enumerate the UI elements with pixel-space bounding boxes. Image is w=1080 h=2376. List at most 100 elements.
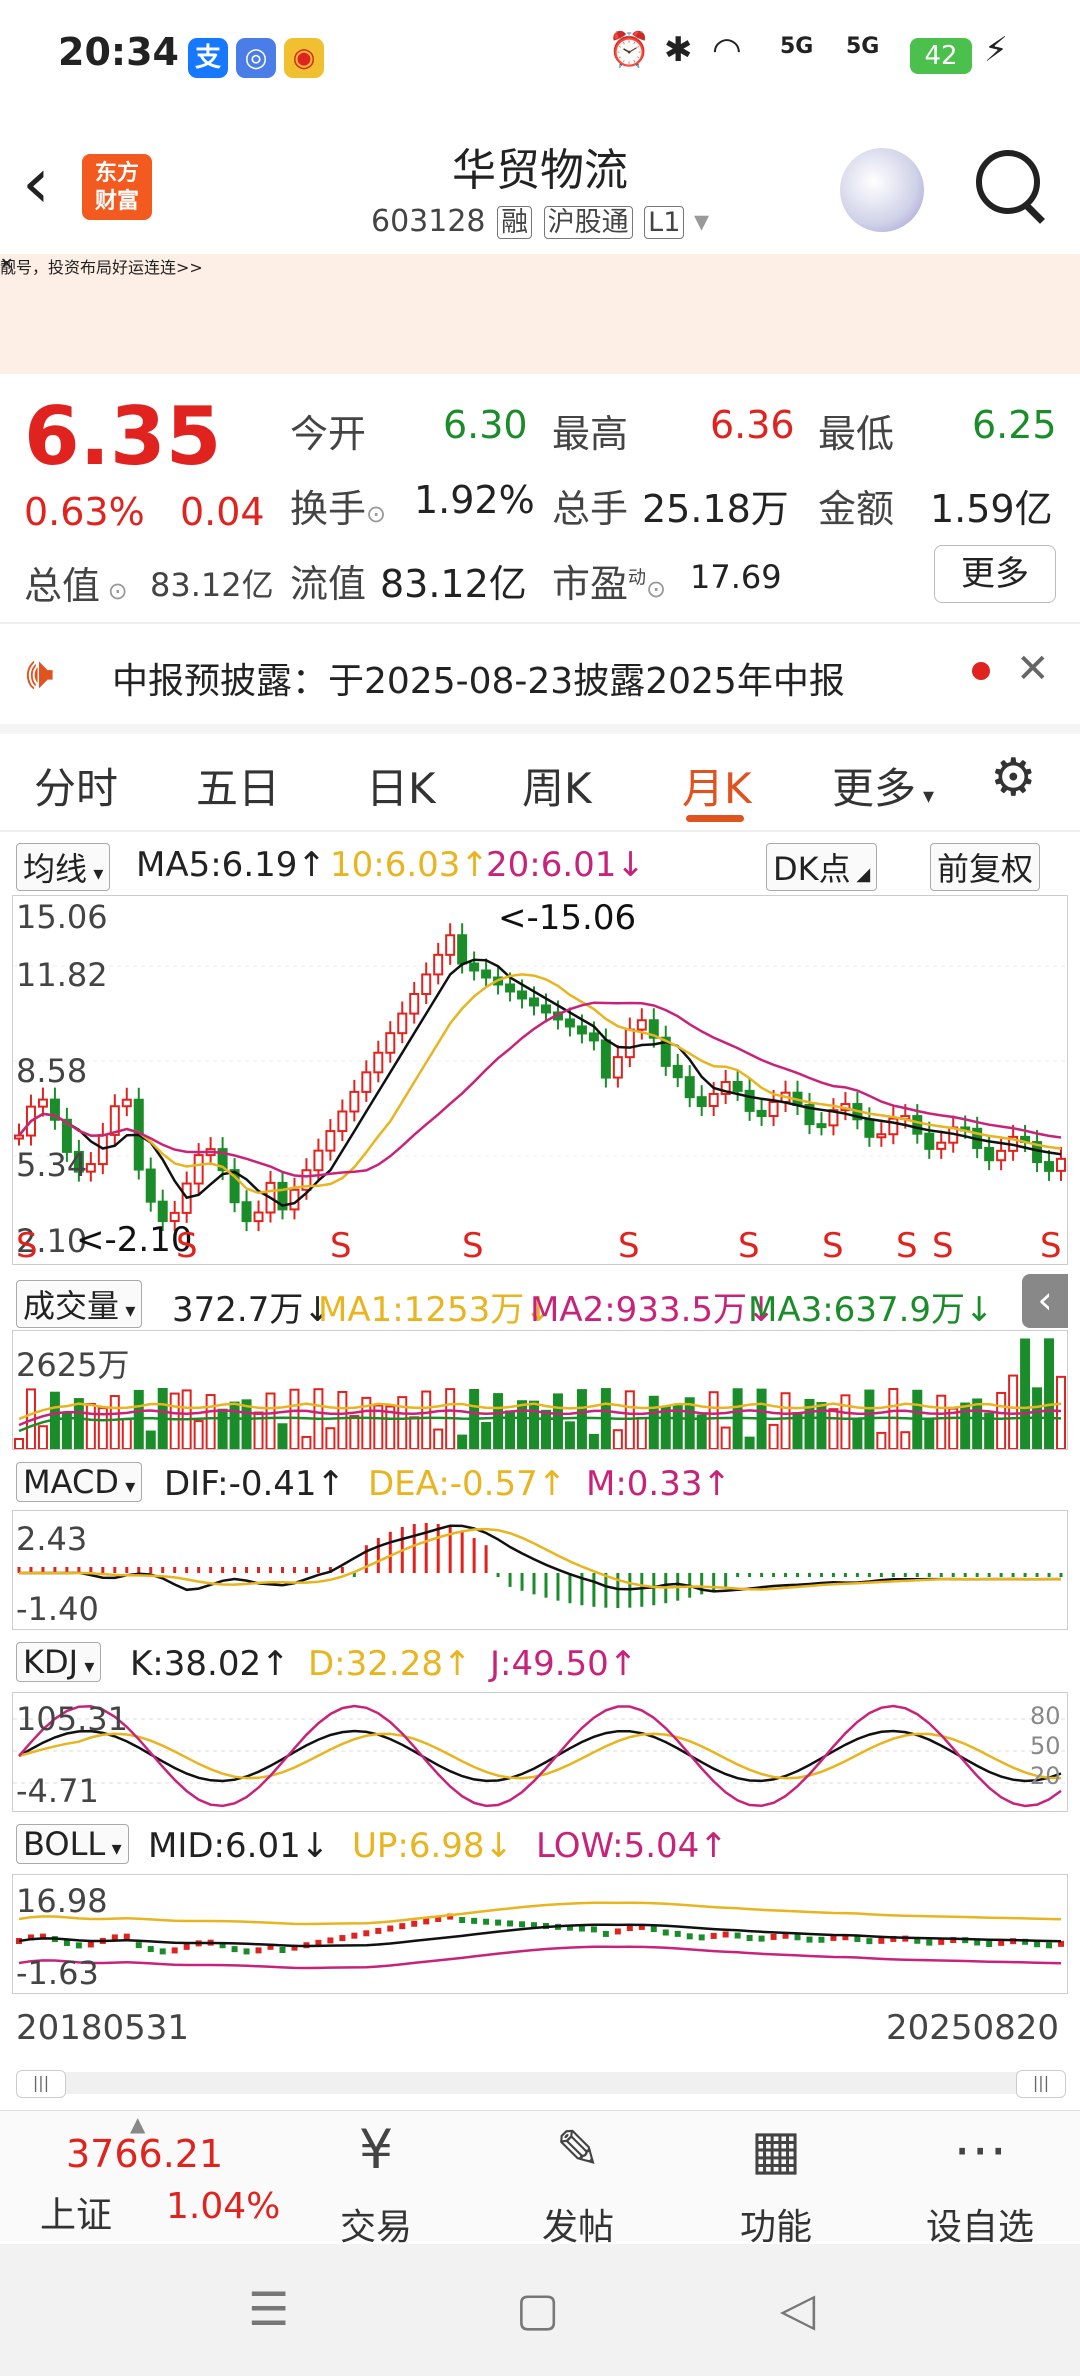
boll-axis-top: 16.98 <box>16 1882 108 1920</box>
signal-s: S <box>618 1226 640 1266</box>
more-button[interactable]: 更多 <box>934 545 1056 603</box>
macd-bars <box>17 1523 1063 1608</box>
stock-code: 603128 <box>370 204 486 239</box>
pe-label[interactable]: 市盈动⊙ <box>552 553 666 608</box>
mcap-label[interactable]: 总值 ⊙ <box>24 555 128 610</box>
collapse-panel-icon[interactable]: ‹ <box>1022 1274 1068 1328</box>
ma10-value: 10:6.03↑ <box>330 845 489 885</box>
kdj-ref-20: 20 <box>1030 1762 1061 1790</box>
macd-dropdown[interactable]: MACD ▾ <box>16 1462 143 1502</box>
axis-label-3: 8.58 <box>16 1052 88 1090</box>
back-nav-icon[interactable]: ◁ <box>780 2282 815 2336</box>
ma20-line <box>18 1001 1062 1178</box>
float-label: 流值 <box>290 562 367 606</box>
current-price: 6.35 <box>24 390 222 483</box>
alarm-icon: ⏰ <box>608 30 651 70</box>
ma5-value: MA5:6.19↑ <box>136 845 326 885</box>
function-button[interactable]: 功能 <box>706 2198 846 2250</box>
dk-point-button[interactable]: DK点 ◢ <box>766 843 878 891</box>
volume-label: 总手 <box>552 487 629 531</box>
alipay-icon: 支 <box>188 38 228 78</box>
mcap-value: 83.12亿 <box>150 566 274 604</box>
tab-fenshi[interactable]: 分时 <box>34 755 118 816</box>
boll-chart[interactable] <box>12 1874 1068 1994</box>
tag-hgt: 沪股通 <box>543 206 633 239</box>
charging-icon: ⚡ <box>984 30 1008 70</box>
open-value: 6.30 <box>443 403 528 447</box>
ma10-line <box>18 973 1062 1195</box>
browser-icon: ◎ <box>236 38 276 78</box>
kline-candles <box>13 923 1067 1232</box>
turnover-label[interactable]: 换手⊙ <box>290 478 386 533</box>
kdj-chart[interactable] <box>12 1692 1068 1812</box>
divider <box>0 724 1080 734</box>
signal-s: S <box>932 1226 954 1266</box>
boll-mid-line <box>18 1923 1062 1948</box>
change-amount: 0.04 <box>180 490 265 534</box>
tab-yuek[interactable]: 月K <box>682 755 752 816</box>
boll-axis-bot: -1.63 <box>16 1954 99 1992</box>
divider <box>0 622 1080 624</box>
macd-m: M:0.33↑ <box>586 1464 731 1504</box>
add-watchlist-button[interactable]: 设自选 <box>910 2198 1050 2250</box>
tab-more[interactable]: 更多 ▾ <box>832 755 934 816</box>
signal-s: S <box>462 1226 484 1266</box>
scroll-handle-left[interactable]: ||| <box>16 2070 66 2098</box>
open-label: 今开 <box>290 412 367 456</box>
volume-chart[interactable] <box>12 1330 1068 1451</box>
pe-value: 17.69 <box>690 558 782 596</box>
volume-value: 372.7万↓ <box>172 1290 332 1330</box>
volume-svg <box>13 1338 1067 1451</box>
notice-text[interactable]: 中报预披露：于2025-08-23披露2025年中报 <box>112 652 845 704</box>
kline-svg <box>13 923 1067 1232</box>
signal-s: S <box>1040 1226 1062 1266</box>
low-value: 6.25 <box>972 403 1057 447</box>
function-icon[interactable]: ▦ <box>706 2118 846 2181</box>
index-value[interactable]: 3766.21 <box>66 2132 223 2176</box>
boll-dropdown[interactable]: BOLL ▾ <box>16 1824 129 1864</box>
signal-s: S <box>16 1226 38 1266</box>
tab-wuri[interactable]: 五日 <box>196 755 280 816</box>
search-icon[interactable] <box>976 150 1040 214</box>
gear-icon[interactable]: ⚙ <box>990 748 1037 808</box>
volume-dropdown[interactable]: 成交量 ▾ <box>16 1280 143 1328</box>
amount-value: 1.59亿 <box>930 487 1053 531</box>
assistant-robot-icon[interactable] <box>840 148 924 232</box>
notice-close-icon[interactable]: ✕ <box>1016 646 1050 692</box>
signal-s: S <box>738 1226 760 1266</box>
banner-text[interactable]: 靓号，投资布局好运连连>> <box>0 254 203 278</box>
kdj-j: J:49.50↑ <box>490 1644 638 1684</box>
kdj-dropdown[interactable]: KDJ ▾ <box>16 1642 102 1682</box>
signal-s: S <box>896 1226 918 1266</box>
tab-rik[interactable]: 日K <box>366 755 436 816</box>
kdj-svg <box>13 1704 1067 1808</box>
home-nav-icon[interactable]: ▢ <box>516 2282 559 2336</box>
macd-chart[interactable] <box>12 1510 1068 1630</box>
watchlist-icon[interactable]: ⋯ <box>910 2118 1050 2181</box>
volume-value: 25.18万 <box>642 487 789 531</box>
vol-ma3: MA3:637.9万↓ <box>748 1290 994 1330</box>
low-marker: <-2.10 <box>76 1220 193 1260</box>
banner-close-icon[interactable]: ✕ <box>0 254 13 273</box>
macd-dif: DIF:-0.41↑ <box>164 1464 346 1504</box>
chevron-down-icon: ▾ <box>693 204 709 239</box>
signal-s: S <box>176 1226 198 1266</box>
price-adjust-button[interactable]: 前复权 <box>930 843 1041 891</box>
unread-dot <box>972 662 990 680</box>
change-pct: 0.63% <box>24 490 145 534</box>
tab-zhouk[interactable]: 周K <box>522 755 592 816</box>
range-scrollbar[interactable] <box>16 2072 1064 2094</box>
scroll-handle-right[interactable]: ||| <box>1016 2070 1066 2098</box>
post-button[interactable]: 发帖 <box>508 2198 648 2250</box>
axis-label-1: 15.06 <box>16 898 108 936</box>
kline-chart[interactable] <box>12 895 1068 1265</box>
ma-dropdown[interactable]: 均线 ▾ <box>16 843 111 891</box>
signal-s: S <box>330 1226 352 1266</box>
d-line <box>18 1732 1062 1780</box>
axis-label-4: 5.34 <box>16 1146 88 1184</box>
j-line <box>18 1704 1062 1808</box>
trade-icon[interactable]: ¥ <box>306 2118 446 2181</box>
post-icon[interactable]: ✎ <box>508 2118 648 2181</box>
menu-nav-icon[interactable]: ☰ <box>248 2282 289 2336</box>
trade-button[interactable]: 交易 <box>306 2198 446 2250</box>
